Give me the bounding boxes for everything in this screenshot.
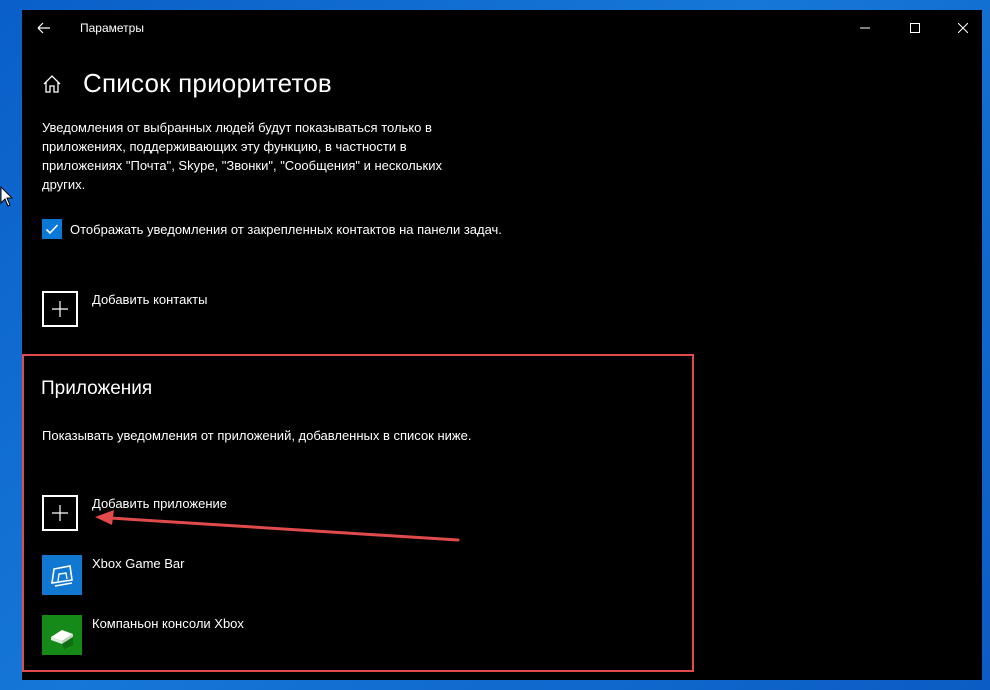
back-button[interactable] bbox=[32, 16, 56, 40]
mouse-cursor-icon bbox=[0, 186, 14, 207]
apps-section-title: Приложения bbox=[41, 378, 153, 399]
add-contacts-button[interactable] bbox=[42, 291, 78, 327]
taskbar-contacts-label: Отображать уведомления от закрепленных к… bbox=[70, 222, 502, 237]
minimize-button[interactable] bbox=[838, 10, 892, 46]
close-button[interactable] bbox=[936, 10, 982, 46]
app-name-xbox-console-companion[interactable]: Компаньон консоли Xbox bbox=[92, 616, 244, 631]
back-arrow-icon bbox=[37, 22, 50, 34]
plus-icon bbox=[52, 301, 68, 317]
settings-window: Параметры Список приоритетов Уведомления… bbox=[22, 10, 982, 680]
apps-section-description: Показывать уведомления от приложений, до… bbox=[42, 428, 472, 443]
add-app-button[interactable] bbox=[42, 495, 78, 531]
maximize-button[interactable] bbox=[888, 10, 942, 46]
close-icon bbox=[958, 23, 968, 33]
xbox-game-bar-icon bbox=[51, 565, 73, 587]
page-title: Список приоритетов bbox=[83, 68, 332, 98]
annotation-arrow bbox=[95, 510, 460, 542]
minimize-icon bbox=[860, 27, 870, 29]
xbox-game-bar-tile[interactable] bbox=[42, 555, 82, 595]
page-description: Уведомления от выбранных людей будут пок… bbox=[42, 120, 442, 192]
home-icon[interactable] bbox=[42, 74, 62, 94]
title-bar: Параметры bbox=[22, 10, 982, 46]
add-contacts-label[interactable]: Добавить контакты bbox=[92, 292, 207, 307]
plus-icon bbox=[52, 505, 68, 521]
checkmark-icon bbox=[45, 224, 59, 235]
app-name-xbox-game-bar[interactable]: Xbox Game Bar bbox=[92, 556, 185, 571]
maximize-icon bbox=[910, 23, 920, 33]
taskbar-contacts-checkbox[interactable] bbox=[42, 219, 62, 239]
xbox-console-companion-icon bbox=[51, 630, 73, 649]
xbox-console-companion-tile[interactable] bbox=[42, 615, 82, 655]
window-title: Параметры bbox=[80, 21, 144, 35]
